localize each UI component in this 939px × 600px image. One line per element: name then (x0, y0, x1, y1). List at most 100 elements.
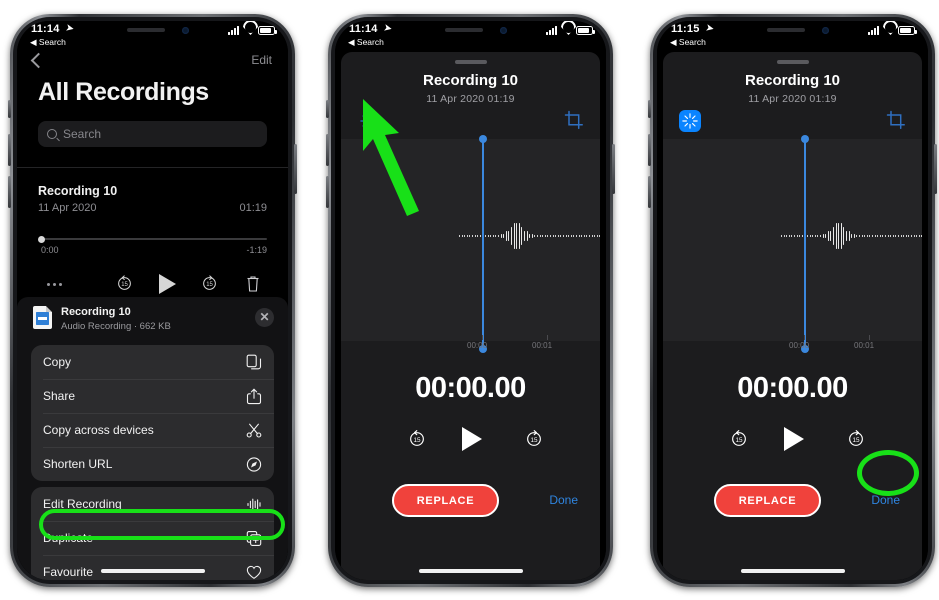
volume-up-button[interactable] (326, 134, 329, 166)
waveform-bar (895, 235, 897, 237)
timecode-display: 00:00.00 (415, 372, 526, 404)
remaining-time: -1:19 (246, 245, 267, 255)
more-dots-icon[interactable] (47, 283, 62, 286)
crop-icon[interactable] (564, 110, 584, 130)
replace-button[interactable]: REPLACE (392, 484, 499, 517)
chevron-left-icon[interactable] (30, 52, 47, 69)
skip-back-15-button[interactable]: 15 (115, 274, 134, 293)
playhead-handle-top[interactable] (801, 135, 809, 143)
skip-back-15-button[interactable]: 15 (407, 429, 427, 449)
sheet-grabber[interactable] (776, 60, 809, 64)
crop-icon[interactable] (886, 110, 906, 130)
ruler-tick (482, 335, 483, 340)
waveform-bar (547, 235, 549, 237)
waveform-bar (498, 235, 499, 237)
svg-text:15: 15 (735, 437, 743, 444)
waveform-bar (807, 235, 808, 237)
power-button[interactable] (294, 144, 297, 194)
menu-item-copy-across-devices[interactable]: Copy across devices (31, 413, 274, 447)
menu-item-copy[interactable]: Copy (31, 345, 274, 379)
waveform-bar (814, 235, 816, 237)
volume-up-button[interactable] (648, 134, 651, 166)
waveform-bar (900, 235, 902, 237)
ruler-label-0: 00:00 (789, 341, 810, 350)
waveform-bar (825, 234, 827, 238)
location-arrow-icon: ➤ (704, 22, 715, 34)
search-input[interactable]: Search (38, 121, 267, 147)
scrubber-knob[interactable] (38, 235, 45, 243)
svg-text:15: 15 (530, 437, 538, 444)
earpiece-speaker (444, 28, 483, 32)
volume-down-button[interactable] (8, 176, 11, 208)
menu-item-share[interactable]: Share (31, 379, 274, 413)
status-back-link[interactable]: ◀ Search (30, 37, 66, 48)
skip-back-15-button[interactable]: 15 (729, 429, 749, 449)
home-indicator[interactable] (740, 569, 845, 573)
waveform-bar (516, 223, 518, 249)
waveform-bar (472, 235, 473, 237)
volume-up-button[interactable] (8, 134, 11, 166)
menu-item-label: Copy (43, 355, 72, 369)
timeline-ruler: 00:00 00:01 (341, 335, 600, 359)
waveform-bar (591, 235, 593, 237)
annotation-arrow-to-enhance (347, 89, 437, 219)
waveform-bar (817, 235, 819, 237)
menu-item-shorten-url[interactable]: Shorten URL (31, 447, 274, 481)
skip-forward-15-button[interactable]: 15 (200, 274, 219, 293)
menu-item-label: Favourite (43, 565, 94, 579)
menu-item-favourite[interactable]: Favourite (31, 555, 274, 580)
notch (418, 21, 523, 42)
silence-switch[interactable] (326, 100, 329, 118)
play-icon[interactable] (159, 274, 176, 294)
status-indicators (228, 26, 277, 35)
status-back-link[interactable]: ◀ Search (348, 37, 384, 48)
waveform-bar (882, 235, 884, 237)
waveform-canvas[interactable] (663, 139, 922, 341)
waveform-bar (864, 235, 866, 237)
menu-item-duplicate[interactable]: Duplicate (31, 521, 274, 555)
play-icon[interactable] (461, 427, 482, 451)
share-sheet: Recording 10 Audio Recording · 662 KB ✕ … (17, 297, 288, 580)
waveform-bar (916, 235, 918, 237)
playhead[interactable] (801, 135, 809, 353)
share-sheet-header: Recording 10 Audio Recording · 662 KB ✕ (17, 297, 288, 337)
replace-button[interactable]: REPLACE (714, 484, 821, 517)
edit-button[interactable]: Edit (251, 53, 272, 67)
playback-scrubber[interactable] (38, 235, 267, 243)
menu-item-edit-recording[interactable]: Edit Recording (31, 487, 274, 521)
waveform-bar (822, 234, 824, 238)
silence-switch[interactable] (8, 100, 11, 118)
waveform-bar (594, 235, 596, 237)
skip-forward-15-button[interactable]: 15 (524, 429, 544, 449)
phone-3-screen: 11:15 ➤ ◀ Search Recording 10 11 Apr 202… (657, 21, 928, 580)
magic-wand-icon[interactable] (679, 110, 701, 132)
silence-switch[interactable] (648, 100, 651, 118)
done-button[interactable]: Done (549, 493, 578, 507)
status-time-text: 11:14 (349, 23, 378, 35)
waveform-bar (459, 235, 460, 237)
volume-down-button[interactable] (648, 176, 651, 208)
duplicate-icon (246, 530, 262, 547)
power-button[interactable] (612, 144, 615, 194)
waveform-bar (859, 235, 860, 237)
front-camera-icon (821, 27, 829, 34)
power-button[interactable] (934, 144, 937, 194)
play-icon[interactable] (783, 427, 804, 451)
home-indicator[interactable] (418, 569, 523, 573)
waveform-bar (908, 235, 910, 237)
status-back-link[interactable]: ◀ Search (670, 37, 706, 48)
skip-forward-15-button[interactable]: 15 (846, 429, 866, 449)
waveform-bar (794, 235, 795, 237)
volume-down-button[interactable] (326, 176, 329, 208)
sheet-grabber[interactable] (454, 60, 487, 64)
waveform-bar (557, 235, 559, 237)
audio-file-icon (33, 306, 52, 329)
trash-icon[interactable] (246, 275, 260, 292)
playhead[interactable] (479, 135, 487, 353)
close-icon[interactable]: ✕ (255, 308, 274, 327)
home-indicator[interactable] (100, 569, 205, 573)
editor-title: Recording 10 (422, 72, 519, 89)
waveform-bar (596, 235, 598, 237)
page-title: All Recordings (38, 78, 209, 106)
playhead-handle-top[interactable] (479, 135, 487, 143)
